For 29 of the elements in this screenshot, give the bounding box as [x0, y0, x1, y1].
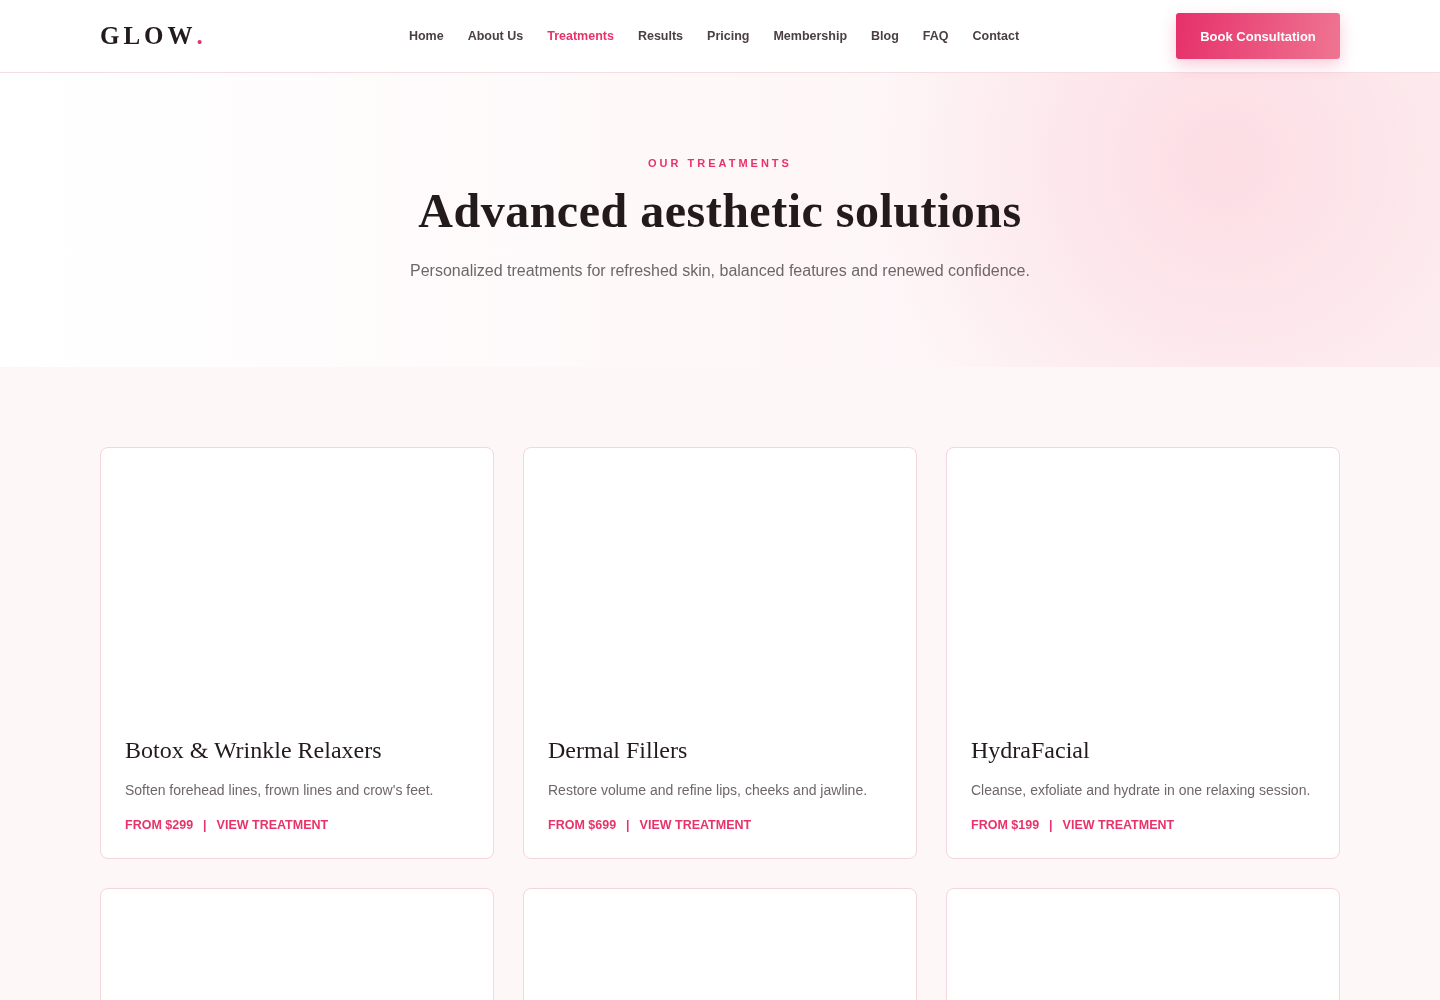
nav-link[interactable]: Results	[637, 29, 684, 43]
card-title: Dermal Fillers	[548, 737, 689, 764]
nav-link[interactable]: About Us	[467, 29, 524, 43]
view-treatment-link[interactable]: VIEW TREATMENT	[639, 818, 752, 832]
card-description: Restore volume and refine lips, cheeks and jawline.	[548, 782, 869, 798]
nav-link[interactable]: Contact	[972, 29, 1020, 43]
separator: |	[626, 818, 630, 832]
book-consultation-button[interactable]: Book Consultation	[1176, 13, 1340, 59]
view-treatment-link[interactable]: VIEW TREATMENT	[1062, 818, 1175, 832]
hero-title: Advanced aesthetic solutions	[418, 183, 1022, 238]
nav-link[interactable]: Blog	[871, 29, 899, 43]
nav-link[interactable]: Treatments	[547, 29, 614, 43]
card-description: Cleanse, exfoliate and hydrate in one relaxing session.	[971, 782, 1312, 798]
nav-link[interactable]: Home	[408, 29, 444, 43]
separator: |	[1049, 818, 1053, 832]
nav-link[interactable]: FAQ	[922, 29, 949, 43]
card-price: FROM $199	[971, 818, 1040, 832]
nav-link[interactable]: Membership	[773, 29, 848, 43]
section-eyebrow: OUR TREATMENTS	[648, 157, 792, 169]
hero-subtitle: Personalized treatments for refreshed skin, balanced features and renewed confidence.	[410, 262, 1030, 280]
separator: |	[203, 818, 207, 832]
view-treatment-link[interactable]: VIEW TREATMENT	[216, 818, 329, 832]
card-price: FROM $299	[125, 818, 194, 832]
card-title: Botox & Wrinkle Relaxers	[125, 737, 383, 764]
card-description: Soften forehead lines, frown lines and crow's feet.	[125, 782, 435, 798]
card-price: FROM $699	[548, 818, 617, 832]
card-title: HydraFacial	[971, 737, 1091, 764]
nav-link[interactable]: Pricing	[707, 29, 750, 43]
logo[interactable]: GLOW.	[100, 22, 300, 50]
